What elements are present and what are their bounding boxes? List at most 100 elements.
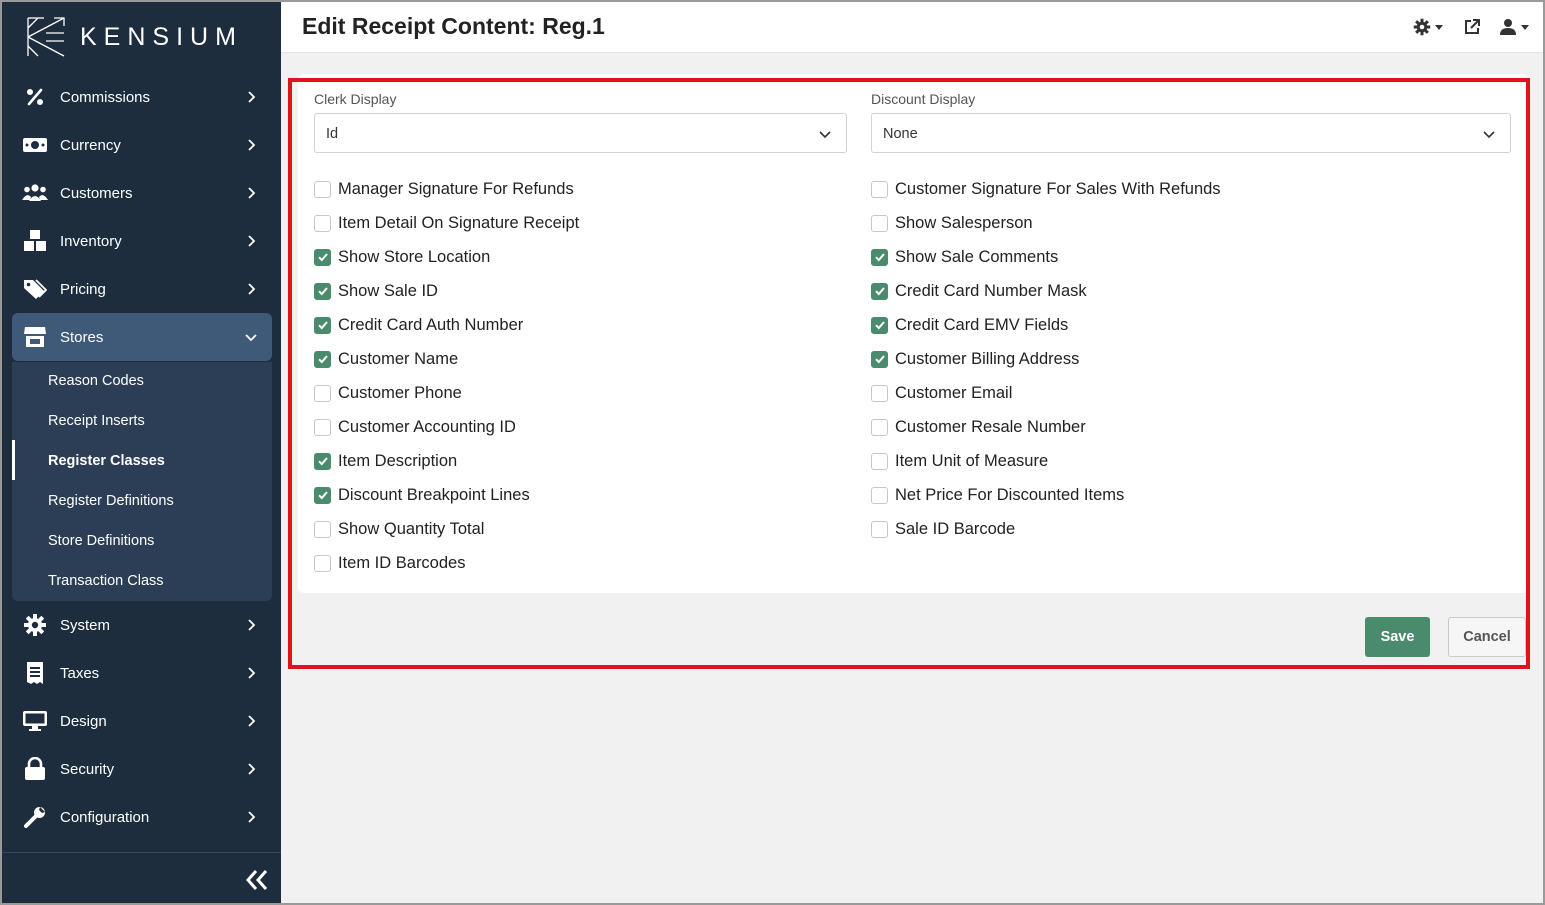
checkbox-item-unit-of-measure[interactable]: Item Unit of Measure: [871, 449, 1048, 473]
sidebar-item-taxes[interactable]: Taxes: [12, 649, 272, 697]
discount-display-label: Discount Display: [871, 91, 976, 107]
checkbox-customer-name[interactable]: Customer Name: [314, 347, 458, 371]
checkbox-item-id-barcodes[interactable]: Item ID Barcodes: [314, 551, 465, 575]
checkbox-show-quantity-total[interactable]: Show Quantity Total: [314, 517, 484, 541]
checkbox-show-sale-comments[interactable]: Show Sale Comments: [871, 245, 1058, 269]
submenu-item-store-definitions[interactable]: Store Definitions: [48, 533, 154, 549]
checkbox-show-store-location[interactable]: Show Store Location: [314, 245, 490, 269]
checkbox-checked-icon[interactable]: [314, 452, 331, 470]
checkbox-checked-icon[interactable]: [314, 316, 331, 334]
checkbox-unchecked-icon[interactable]: [314, 180, 331, 198]
tags-icon: [22, 276, 48, 302]
sidebar-item-label: Inventory: [60, 232, 122, 250]
sidebar-divider: [0, 852, 281, 853]
checkbox-customer-accounting-id[interactable]: Customer Accounting ID: [314, 415, 516, 439]
cancel-button[interactable]: Cancel: [1448, 617, 1526, 657]
checkbox-label: Credit Card Auth Number: [338, 315, 524, 334]
checkbox-customer-billing-address[interactable]: Customer Billing Address: [871, 347, 1079, 371]
wrench-icon: [22, 804, 48, 830]
user-menu-button[interactable]: [1499, 16, 1529, 38]
checkbox-item-description[interactable]: Item Description: [314, 449, 457, 473]
checkbox-checked-icon[interactable]: [871, 350, 888, 368]
checkbox-checked-icon[interactable]: [871, 316, 888, 334]
settings-menu-button[interactable]: [1413, 16, 1443, 38]
submenu-item-transaction-class[interactable]: Transaction Class: [48, 573, 164, 589]
sidebar-item-label: Security: [60, 760, 115, 778]
sidebar-item-system[interactable]: System: [12, 601, 272, 649]
checkbox-unchecked-icon[interactable]: [314, 520, 331, 538]
sidebar-item-label: Taxes: [60, 664, 100, 682]
checkbox-label: Show Sale ID: [338, 281, 438, 300]
checkbox-unchecked-icon[interactable]: [314, 418, 331, 436]
checkbox-unchecked-icon[interactable]: [871, 180, 888, 198]
chevron-right-icon: [248, 667, 256, 679]
checkbox-unchecked-icon[interactable]: [871, 486, 888, 504]
external-link-icon: [1465, 19, 1480, 34]
kensium-logo-icon: [27, 17, 65, 57]
open-external-button[interactable]: [1463, 16, 1481, 38]
clerk-display-select[interactable]: Id: [314, 113, 847, 153]
sidebar-item-currency[interactable]: Currency: [12, 121, 272, 169]
checkbox-unchecked-icon[interactable]: [871, 520, 888, 538]
checkbox-checked-icon[interactable]: [871, 282, 888, 300]
save-button[interactable]: Save: [1365, 617, 1430, 657]
chevron-right-icon: [248, 235, 256, 247]
sidebar-item-configuration[interactable]: Configuration: [12, 793, 272, 841]
checkbox-customer-phone[interactable]: Customer Phone: [314, 381, 462, 405]
checkbox-checked-icon[interactable]: [314, 248, 331, 266]
discount-display-select[interactable]: None: [871, 113, 1511, 153]
submenu-item-register-definitions[interactable]: Register Definitions: [48, 493, 174, 509]
checkbox-checked-icon[interactable]: [871, 248, 888, 266]
sidebar-item-customers[interactable]: Customers: [12, 169, 272, 217]
checkbox-label: Item Unit of Measure: [895, 451, 1049, 470]
sidebar: KENSIUM Commissions Currency Customers I…: [0, 0, 281, 905]
submenu-item-reason-codes[interactable]: Reason Codes: [48, 373, 144, 389]
checkbox-label: Show Salesperson: [895, 213, 1033, 232]
checkbox-unchecked-icon[interactable]: [871, 214, 888, 232]
submenu-item-receipt-inserts[interactable]: Receipt Inserts: [48, 413, 145, 429]
chevron-right-icon: [248, 187, 256, 199]
sidebar-item-security[interactable]: Security: [12, 745, 272, 793]
checkbox-discount-breakpoint-lines[interactable]: Discount Breakpoint Lines: [314, 483, 530, 507]
chevron-right-icon: [248, 139, 256, 151]
checkbox-net-price-for-discounted-items[interactable]: Net Price For Discounted Items: [871, 483, 1124, 507]
money-icon: [22, 132, 48, 158]
checkbox-label: Net Price For Discounted Items: [895, 485, 1125, 504]
active-indicator: [12, 440, 15, 480]
checkbox-show-sale-id[interactable]: Show Sale ID: [314, 279, 438, 303]
checkbox-unchecked-icon[interactable]: [314, 384, 331, 402]
checkbox-credit-card-number-mask[interactable]: Credit Card Number Mask: [871, 279, 1087, 303]
sidebar-item-pricing[interactable]: Pricing: [12, 265, 272, 313]
checkbox-checked-icon[interactable]: [314, 350, 331, 368]
checkbox-unchecked-icon[interactable]: [871, 384, 888, 402]
sidebar-item-stores[interactable]: Stores: [12, 313, 272, 361]
checkbox-sale-id-barcode[interactable]: Sale ID Barcode: [871, 517, 1015, 541]
boxes-icon: [22, 228, 48, 254]
checkbox-item-detail-on-signature-receipt[interactable]: Item Detail On Signature Receipt: [314, 211, 579, 235]
checkbox-manager-signature-for-refunds[interactable]: Manager Signature For Refunds: [314, 177, 574, 201]
checkbox-unchecked-icon[interactable]: [871, 418, 888, 436]
collapse-sidebar-icon[interactable]: [244, 866, 270, 894]
checkbox-customer-resale-number[interactable]: Customer Resale Number: [871, 415, 1086, 439]
checkbox-customer-email[interactable]: Customer Email: [871, 381, 1012, 405]
checkbox-credit-card-emv-fields[interactable]: Credit Card EMV Fields: [871, 313, 1068, 337]
stores-submenu: [12, 362, 272, 601]
checkbox-label: Item Detail On Signature Receipt: [338, 213, 580, 232]
checkbox-checked-icon[interactable]: [314, 486, 331, 504]
checkbox-label: Show Quantity Total: [338, 519, 485, 538]
sidebar-item-design[interactable]: Design: [12, 697, 272, 745]
checkbox-unchecked-icon[interactable]: [314, 554, 331, 572]
checkbox-unchecked-icon[interactable]: [871, 452, 888, 470]
submenu-item-register-classes[interactable]: Register Classes: [48, 453, 165, 469]
checkbox-credit-card-auth-number[interactable]: Credit Card Auth Number: [314, 313, 523, 337]
sidebar-item-label: Configuration: [60, 808, 150, 826]
checkbox-checked-icon[interactable]: [314, 282, 331, 300]
checkbox-label: Customer Signature For Sales With Refund…: [895, 179, 1221, 198]
sidebar-item-label: Stores: [60, 328, 104, 346]
sidebar-item-commissions[interactable]: Commissions: [12, 73, 272, 121]
checkbox-customer-signature-for-sales-with-refunds[interactable]: Customer Signature For Sales With Refund…: [871, 177, 1221, 201]
chevron-down-icon: [819, 131, 831, 139]
checkbox-show-salesperson[interactable]: Show Salesperson: [871, 211, 1033, 235]
sidebar-item-inventory[interactable]: Inventory: [12, 217, 272, 265]
checkbox-unchecked-icon[interactable]: [314, 214, 331, 232]
